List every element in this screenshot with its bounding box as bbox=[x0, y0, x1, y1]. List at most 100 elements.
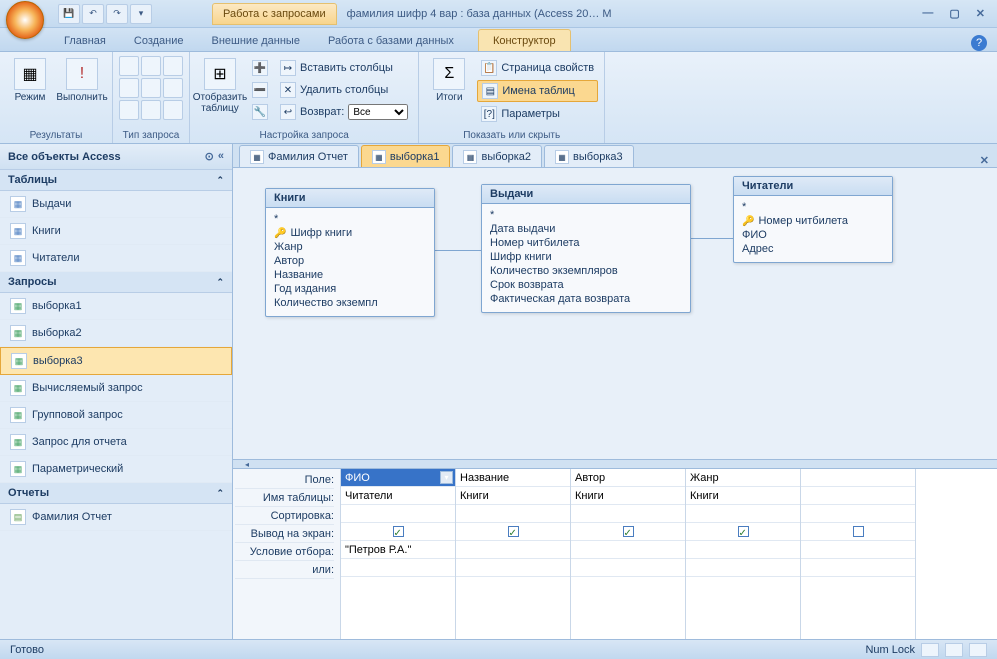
totals-button[interactable]: Σ Итоги bbox=[425, 56, 473, 128]
delete-cols-button[interactable]: ✕Удалить столбцы bbox=[276, 80, 412, 100]
table-box[interactable]: Выдачи*Дата выдачиНомер читбилетаШифр кн… bbox=[481, 184, 691, 313]
nav-item[interactable]: ▦Групповой запрос bbox=[0, 402, 232, 429]
grid-cell[interactable] bbox=[686, 523, 800, 541]
return-select[interactable]: Все bbox=[348, 104, 408, 120]
nav-item[interactable]: ▦Выдачи bbox=[0, 191, 232, 218]
grid-cell[interactable]: Книги bbox=[686, 487, 800, 505]
tab-close-button[interactable]: ✕ bbox=[980, 154, 989, 167]
datasheet-view-button[interactable] bbox=[921, 643, 939, 657]
grid-cell[interactable] bbox=[801, 505, 915, 523]
nav-item[interactable]: ▦Вычисляемый запрос bbox=[0, 375, 232, 402]
ribbon-tab-dbtools[interactable]: Работа с базами данных bbox=[314, 30, 468, 51]
document-tab[interactable]: ▦выборка2 bbox=[452, 145, 542, 167]
table-box[interactable]: Читатели*🔑Номер читбилетаФИОАдрес bbox=[733, 176, 893, 263]
nav-item[interactable]: ▦выборка2 bbox=[0, 320, 232, 347]
grid-cell[interactable] bbox=[456, 523, 570, 541]
datadef-query-icon[interactable] bbox=[163, 100, 183, 120]
checkbox-checked-icon[interactable] bbox=[623, 526, 634, 537]
nav-item[interactable]: ▦выборка3 bbox=[0, 347, 232, 375]
close-button[interactable]: ✕ bbox=[970, 5, 991, 22]
help-button[interactable]: ? bbox=[971, 35, 987, 51]
nav-item[interactable]: ▦Запрос для отчета bbox=[0, 429, 232, 456]
nav-section-tables[interactable]: Таблицы⌃ bbox=[0, 170, 232, 191]
parameters-button[interactable]: [?]Параметры bbox=[477, 104, 598, 124]
dropdown-icon[interactable]: ▾ bbox=[440, 471, 453, 484]
passthrough-query-icon[interactable] bbox=[141, 100, 161, 120]
return-selector[interactable]: ↩Возврат:Все bbox=[276, 102, 412, 122]
field-row[interactable]: * bbox=[274, 212, 426, 226]
scroll-left-icon[interactable]: ◂ bbox=[239, 460, 255, 468]
table-names-button[interactable]: ▤Имена таблиц bbox=[477, 80, 598, 102]
checkbox-checked-icon[interactable] bbox=[508, 526, 519, 537]
field-row[interactable]: Жанр bbox=[274, 240, 426, 254]
field-row[interactable]: Срок возврата bbox=[490, 278, 682, 292]
qat-btn-icon[interactable]: ▾ bbox=[130, 4, 152, 24]
grid-cell[interactable] bbox=[456, 541, 570, 559]
nav-item[interactable]: ▦Параметрический bbox=[0, 456, 232, 483]
field-row[interactable]: Номер читбилета bbox=[490, 236, 682, 250]
grid-cell[interactable] bbox=[571, 523, 685, 541]
field-row[interactable]: Адрес bbox=[742, 242, 884, 256]
checkbox-icon[interactable] bbox=[853, 526, 864, 537]
qat-undo-icon[interactable]: ↶ bbox=[82, 4, 104, 24]
query-designer[interactable]: Книги*🔑Шифр книгиЖанрАвторНазваниеГод из… bbox=[233, 168, 997, 459]
minimize-button[interactable]: — bbox=[916, 5, 939, 22]
nav-section-reports[interactable]: Отчеты⌃ bbox=[0, 483, 232, 504]
grid-cell[interactable] bbox=[801, 523, 915, 541]
field-row[interactable]: * bbox=[490, 208, 682, 222]
field-row[interactable]: Количество экземпляров bbox=[490, 264, 682, 278]
grid-cell[interactable]: Жанр bbox=[686, 469, 800, 487]
insert-cols-button[interactable]: ↦Вставить столбцы bbox=[276, 58, 412, 78]
grid-cell[interactable] bbox=[571, 541, 685, 559]
pane-splitter[interactable]: ◂ bbox=[233, 459, 997, 469]
field-row[interactable]: 🔑Номер читбилета bbox=[742, 214, 884, 228]
grid-cell[interactable]: Название bbox=[456, 469, 570, 487]
nav-section-queries[interactable]: Запросы⌃ bbox=[0, 272, 232, 293]
grid-cell[interactable] bbox=[341, 523, 455, 541]
grid-cell[interactable]: Книги bbox=[456, 487, 570, 505]
grid-cell[interactable] bbox=[456, 559, 570, 577]
grid-cell[interactable] bbox=[801, 541, 915, 559]
field-row[interactable]: 🔑Шифр книги bbox=[274, 226, 426, 240]
grid-cell[interactable]: Книги bbox=[571, 487, 685, 505]
grid-cell[interactable] bbox=[571, 559, 685, 577]
ribbon-tab-design[interactable]: Конструктор bbox=[478, 29, 571, 51]
restore-button[interactable]: ▢ bbox=[943, 5, 965, 22]
field-row[interactable]: Дата выдачи bbox=[490, 222, 682, 236]
nav-collapse-icon[interactable]: « bbox=[218, 150, 224, 163]
grid-cell[interactable]: Автор bbox=[571, 469, 685, 487]
nav-header[interactable]: Все объекты Access ⊙« bbox=[0, 144, 232, 170]
grid-cell[interactable] bbox=[801, 559, 915, 577]
nav-item[interactable]: ▤Фамилия Отчет bbox=[0, 504, 232, 531]
ribbon-tab-create[interactable]: Создание bbox=[120, 30, 198, 51]
grid-cell[interactable] bbox=[456, 505, 570, 523]
grid-cell[interactable]: "Петров Р.А." bbox=[341, 541, 455, 559]
grid-cell[interactable] bbox=[341, 505, 455, 523]
union-query-icon[interactable] bbox=[119, 100, 139, 120]
table-box[interactable]: Книги*🔑Шифр книгиЖанрАвторНазваниеГод из… bbox=[265, 188, 435, 317]
view-button[interactable]: ▦ Режим bbox=[6, 56, 54, 128]
field-row[interactable]: Название bbox=[274, 268, 426, 282]
document-tab[interactable]: ▦выборка3 bbox=[544, 145, 634, 167]
field-row[interactable]: Автор bbox=[274, 254, 426, 268]
office-button[interactable] bbox=[6, 1, 44, 39]
nav-item[interactable]: ▦Книги bbox=[0, 218, 232, 245]
grid-cell[interactable]: Читатели bbox=[341, 487, 455, 505]
builder-button[interactable]: 🔧 bbox=[248, 102, 272, 122]
show-table-button[interactable]: ⊞ Отобразить таблицу bbox=[196, 56, 244, 128]
delete-query-icon[interactable] bbox=[163, 78, 183, 98]
crosstab-query-icon[interactable] bbox=[141, 56, 161, 76]
qat-redo-icon[interactable]: ↷ bbox=[106, 4, 128, 24]
document-tab[interactable]: ▦выборка1 bbox=[361, 145, 451, 167]
sql-view-button[interactable] bbox=[945, 643, 963, 657]
run-button[interactable]: ! Выполнить bbox=[58, 56, 106, 128]
grid-cell[interactable] bbox=[801, 487, 915, 505]
grid-cell[interactable] bbox=[341, 559, 455, 577]
document-tab[interactable]: ▦Фамилия Отчет bbox=[239, 145, 359, 167]
nav-dropdown-icon[interactable]: ⊙ bbox=[205, 150, 214, 163]
grid-cell[interactable] bbox=[686, 559, 800, 577]
ribbon-tab-external[interactable]: Внешние данные bbox=[198, 30, 314, 51]
field-row[interactable]: * bbox=[742, 200, 884, 214]
grid-cell[interactable] bbox=[686, 541, 800, 559]
grid-cell[interactable] bbox=[571, 505, 685, 523]
